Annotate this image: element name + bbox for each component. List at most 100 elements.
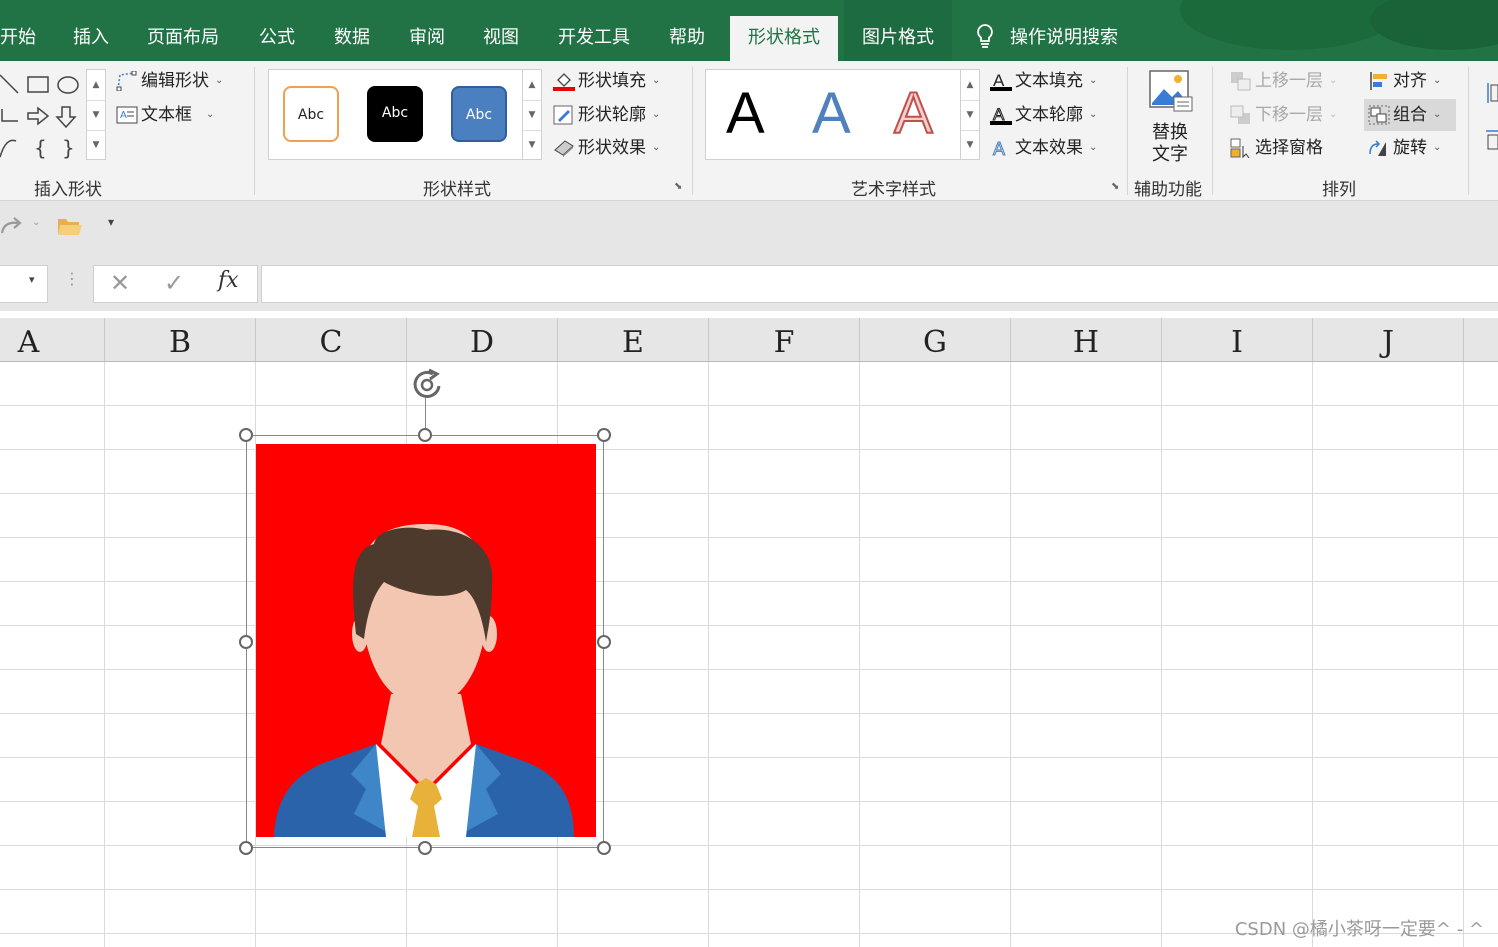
rotate-button[interactable]: 旋转 ⌄ [1368,134,1441,162]
text-box-button[interactable]: A 文本框 ⌄ [116,101,214,129]
resize-handle-bottom-left[interactable] [239,841,253,855]
text-effects-button[interactable]: A 文本效果 ⌄ [990,134,1098,162]
wordart-gallery[interactable]: A A A [705,69,962,160]
column-header-b[interactable]: B [105,318,256,361]
tab-insert[interactable]: 插入 [73,0,109,61]
shape-styles-gallery[interactable]: Abc Abc Abc [268,69,524,160]
shapes-gallery[interactable]: { } ▲ ▼ ▼ [0,69,107,160]
shape-styles-scroll[interactable]: ▲ ▼ ▼ [522,69,542,160]
resize-handle-bottom[interactable] [418,841,432,855]
shape-effects-button[interactable]: 形状效果 ⌄ [553,134,660,162]
bring-forward-label: 上移一层 [1255,71,1323,91]
alt-text-button[interactable]: 替换 文字 [1143,67,1197,167]
shapes-gallery-scroll[interactable]: ▲ ▼ ▼ [86,69,106,160]
confirm-entry-icon[interactable]: ✓ [164,269,184,297]
wordart-style-blue[interactable]: A [812,80,851,147]
gridline [0,845,1498,846]
tab-page-layout[interactable]: 页面布局 [147,0,219,61]
worksheet-grid[interactable] [0,362,1498,947]
text-outline-button[interactable]: A 文本轮廓 ⌄ [990,101,1097,129]
column-header-c[interactable]: C [256,318,407,361]
text-fill-icon: A [990,71,1012,91]
insert-function-icon[interactable]: fx [218,268,239,293]
resize-handle-top-right[interactable] [597,428,611,442]
resize-handle-top[interactable] [418,428,432,442]
bring-forward-button[interactable]: 上移一层 ⌄ [1230,67,1337,95]
column-header-j[interactable]: J [1313,318,1464,361]
name-box[interactable]: ▾ [0,265,48,303]
edit-shape-button[interactable]: 编辑形状 ⌄ [116,67,223,95]
tab-picture-format[interactable]: 图片格式 [844,0,952,61]
redo-icon[interactable] [0,215,30,239]
resize-handle-left[interactable] [239,635,253,649]
column-header-g[interactable]: G [860,318,1011,361]
shape-outline-button[interactable]: 形状轮廓 ⌄ [553,101,660,129]
group-separator [1127,67,1128,195]
gridline [0,405,1498,406]
shape-fill-label: 形状填充 [578,71,646,91]
customize-qat-icon[interactable]: ▾ [108,215,114,229]
send-backward-icon [1230,105,1250,124]
edit-shape-icon [116,71,137,91]
tell-me-search[interactable]: 操作说明搜索 [974,0,1118,61]
tab-formulas[interactable]: 公式 [259,0,295,61]
name-box-dropdown-icon[interactable]: ▾ [29,273,35,286]
rotate-handle-icon[interactable] [409,368,449,400]
column-header-a[interactable]: A [0,318,105,361]
text-fill-button[interactable]: A 文本填充 ⌄ [990,67,1097,95]
selection-pane-label: 选择窗格 [1255,138,1323,158]
resize-handle-right[interactable] [597,635,611,649]
open-folder-icon[interactable] [57,215,83,237]
gridline [0,801,1498,802]
resize-handle-top-left[interactable] [239,428,253,442]
column-header-h[interactable]: H [1011,318,1162,361]
resize-handle-bottom-right[interactable] [597,841,611,855]
gridline [0,449,1498,450]
wordart-style-black[interactable]: A [726,80,765,147]
group-button[interactable]: 组合 ⌄ [1364,99,1456,131]
gridline [0,757,1498,758]
formula-input[interactable] [261,265,1498,303]
ribbon-tab-bar: 开始 插入 页面布局 公式 数据 审阅 视图 开发工具 帮助 形状格式 图片格式… [0,0,1498,61]
tell-me-label: 操作说明搜索 [1010,27,1118,48]
shape-style-blue-fill[interactable]: Abc [451,86,507,142]
selection-pane-button[interactable]: 选择窗格 [1230,134,1323,162]
formula-bar-grip-icon: ⋮ [64,269,80,288]
id-photo-image[interactable] [256,444,596,837]
wordart-scroll[interactable]: ▲ ▼ ▼ [960,69,980,160]
svg-text:}: } [62,136,75,159]
shape-style-orange-outline[interactable]: Abc [283,86,339,142]
tab-data[interactable]: 数据 [334,0,370,61]
gridline [0,537,1498,538]
send-backward-button[interactable]: 下移一层 ⌄ [1230,101,1337,129]
shape-styles-launcher-icon[interactable]: ⬊ [674,181,682,192]
shape-fill-button[interactable]: 形状填充 ⌄ [553,67,660,95]
text-effects-label: 文本效果 [1015,138,1083,158]
formula-bar: ▾ ⋮ ✕ ✓ fx [0,253,1498,311]
redo-dropdown-icon[interactable]: ⌄ [32,217,40,228]
formula-actions: ✕ ✓ fx [93,265,258,303]
wordart-launcher-icon[interactable]: ⬊ [1111,181,1119,192]
cancel-entry-icon[interactable]: ✕ [110,269,130,297]
tab-shape-format[interactable]: 形状格式 [730,16,838,61]
tab-review[interactable]: 审阅 [409,0,445,61]
tab-help[interactable]: 帮助 [669,0,705,61]
tab-view[interactable]: 视图 [483,0,519,61]
column-header-e[interactable]: E [558,318,709,361]
column-header-d[interactable]: D [407,318,558,361]
pencil-icon [553,105,573,125]
size-group-icon[interactable] [1484,81,1498,161]
shape-style-black-fill[interactable]: Abc [367,86,423,142]
paint-bucket-icon [553,73,575,91]
align-button[interactable]: 对齐 ⌄ [1368,67,1441,95]
wordart-style-red-outline[interactable]: A [893,80,934,147]
text-outline-label: 文本轮廓 [1015,105,1083,125]
column-header-f[interactable]: F [709,318,860,361]
tab-developer[interactable]: 开发工具 [558,0,630,61]
tab-home[interactable]: 开始 [0,0,36,61]
column-header-i[interactable]: I [1162,318,1313,361]
svg-text:A: A [993,139,1005,158]
rotate-icon [1369,140,1386,156]
gridline [0,581,1498,582]
group-separator [1468,67,1469,195]
